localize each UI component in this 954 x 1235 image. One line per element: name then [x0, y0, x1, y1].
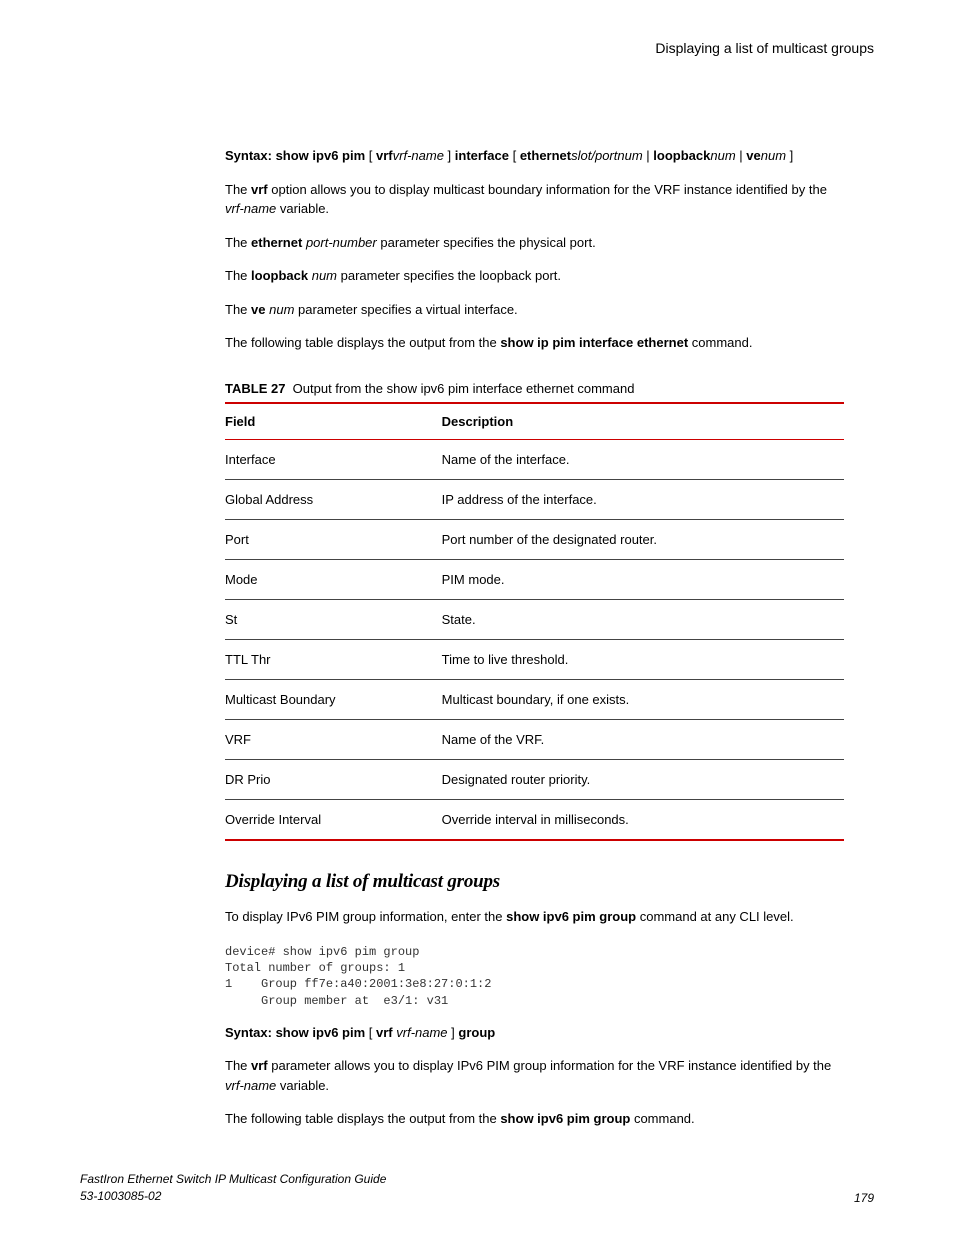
para-table-intro: The following table displays the output … [225, 333, 844, 353]
cell-desc: State. [442, 599, 844, 639]
table-row: PortPort number of the designated router… [225, 519, 844, 559]
para-section2-vrf: The vrf parameter allows you to display … [225, 1056, 844, 1095]
cli-output: device# show ipv6 pim group Total number… [225, 944, 844, 1009]
th-desc: Description [442, 403, 844, 440]
cell-desc: Time to live threshold. [442, 639, 844, 679]
syntax-vrfname: vrf-name [393, 148, 444, 163]
section-heading: Displaying a list of multicast groups [225, 871, 844, 893]
table-row: Multicast BoundaryMulticast boundary, if… [225, 679, 844, 719]
syntax-interface: interface [455, 148, 509, 163]
cell-field: Global Address [225, 479, 442, 519]
syntax-prefix: Syntax: show ipv6 pim [225, 148, 365, 163]
bracket: ] [444, 148, 455, 163]
cell-desc: IP address of the interface. [442, 479, 844, 519]
syntax-vrf: vrf [376, 148, 393, 163]
syntax-num2: num [761, 148, 786, 163]
bracket: [ [509, 148, 520, 163]
syntax-ethernet: ethernet [520, 148, 571, 163]
cell-desc: Port number of the designated router. [442, 519, 844, 559]
cell-field: VRF [225, 719, 442, 759]
cell-field: St [225, 599, 442, 639]
syntax-num1: num [710, 148, 735, 163]
bracket: ] [786, 148, 793, 163]
cell-desc: Override interval in milliseconds. [442, 799, 844, 840]
table-row: Override IntervalOverride interval in mi… [225, 799, 844, 840]
table-caption-label: TABLE 27 [225, 381, 285, 396]
bracket: [ [369, 148, 376, 163]
syntax-loopback: loopback [653, 148, 710, 163]
bracket: [ [365, 1025, 376, 1040]
output-table: Field Description InterfaceName of the i… [225, 402, 844, 841]
table-caption: TABLE 27 Output from the show ipv6 pim i… [225, 381, 844, 396]
table-caption-text: Output from the show ipv6 pim interface … [293, 381, 635, 396]
pipe: | [736, 148, 747, 163]
para-section2-table-intro: The following table displays the output … [225, 1109, 844, 1129]
cell-desc: PIM mode. [442, 559, 844, 599]
syntax2-prefix: Syntax: show ipv6 pim [225, 1025, 365, 1040]
cell-desc: Name of the interface. [442, 439, 844, 479]
para-vrf-option: The vrf option allows you to display mul… [225, 180, 844, 219]
footer-docnum: 53-1003085-02 [80, 1188, 386, 1205]
table-row: TTL ThrTime to live threshold. [225, 639, 844, 679]
syntax-line-2: Syntax: show ipv6 pim [ vrf vrf-name ] g… [225, 1023, 844, 1043]
syntax2-vrf: vrf [376, 1025, 393, 1040]
th-field: Field [225, 403, 442, 440]
para-loopback: The loopback num parameter specifies the… [225, 266, 844, 286]
page-footer: FastIron Ethernet Switch IP Multicast Co… [80, 1171, 874, 1205]
table-row: VRFName of the VRF. [225, 719, 844, 759]
cell-field: Mode [225, 559, 442, 599]
syntax-slotport: slot/portnum [571, 148, 643, 163]
cell-field: Interface [225, 439, 442, 479]
syntax-ve: ve [746, 148, 760, 163]
cell-field: DR Prio [225, 759, 442, 799]
syntax2-vrfname: vrf-name [396, 1025, 447, 1040]
cell-field: Override Interval [225, 799, 442, 840]
table-row: Global AddressIP address of the interfac… [225, 479, 844, 519]
table-header-row: Field Description [225, 403, 844, 440]
cell-field: TTL Thr [225, 639, 442, 679]
syntax2-group: group [458, 1025, 495, 1040]
para-ethernet: The ethernet port-number parameter speci… [225, 233, 844, 253]
footer-page-number: 179 [854, 1191, 874, 1205]
table-row: InterfaceName of the interface. [225, 439, 844, 479]
table-row: StState. [225, 599, 844, 639]
cell-field: Multicast Boundary [225, 679, 442, 719]
syntax-line-1: Syntax: show ipv6 pim [ vrfvrf-name ] in… [225, 146, 844, 166]
cell-desc: Name of the VRF. [442, 719, 844, 759]
cell-desc: Designated router priority. [442, 759, 844, 799]
footer-guide: FastIron Ethernet Switch IP Multicast Co… [80, 1171, 386, 1188]
pipe: | [643, 148, 654, 163]
para-section2-intro: To display IPv6 PIM group information, e… [225, 907, 844, 927]
table-row: ModePIM mode. [225, 559, 844, 599]
cell-field: Port [225, 519, 442, 559]
cell-desc: Multicast boundary, if one exists. [442, 679, 844, 719]
table-row: DR PrioDesignated router priority. [225, 759, 844, 799]
page-header-title: Displaying a list of multicast groups [80, 40, 874, 56]
para-ve: The ve num parameter specifies a virtual… [225, 300, 844, 320]
bracket: ] [448, 1025, 459, 1040]
